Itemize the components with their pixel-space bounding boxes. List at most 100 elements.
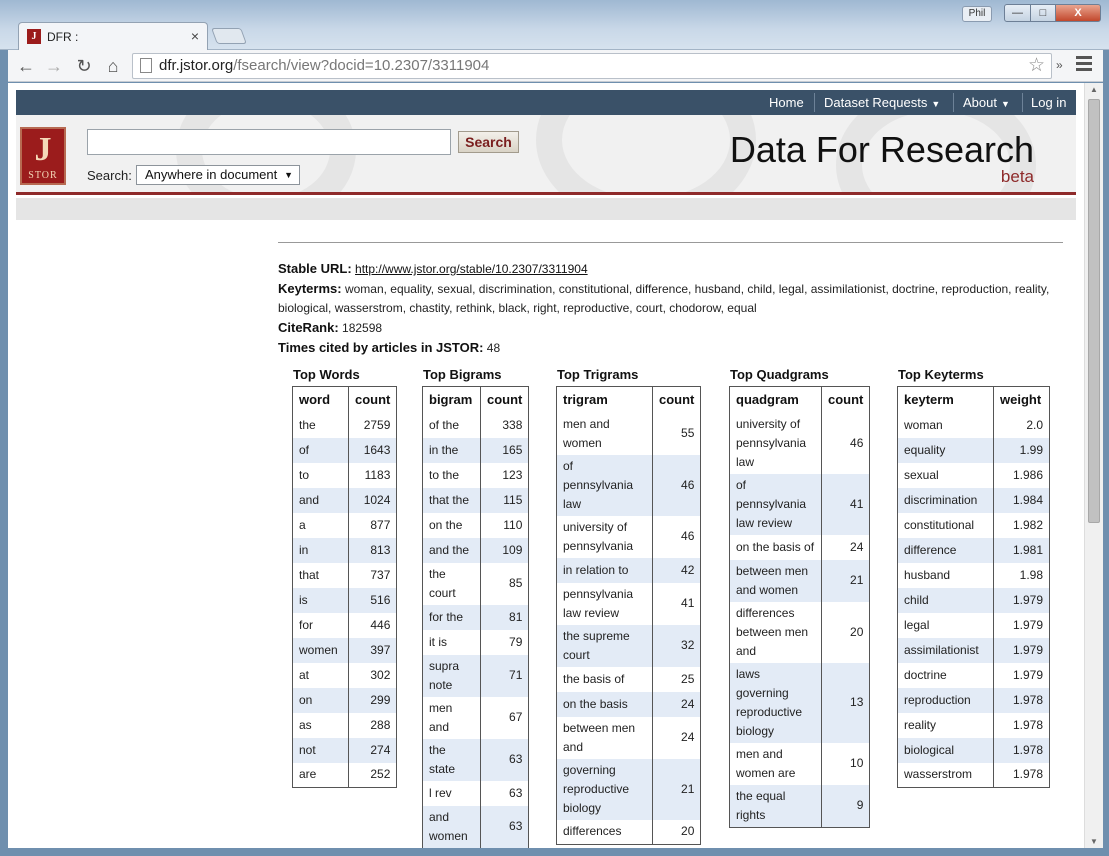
value-cell: 115 — [479, 487, 529, 513]
bookmark-star-icon[interactable]: ☆ — [1028, 54, 1045, 78]
value-cell: 46 — [651, 515, 701, 558]
table-title: Top Quadgrams — [730, 367, 829, 382]
term-cell: is — [292, 587, 349, 613]
term-cell: at — [299, 667, 310, 682]
citerank-value: 182598 — [342, 321, 383, 335]
value-cell: 737 — [347, 562, 397, 588]
column-header: keyterm — [904, 392, 954, 408]
value-cell: 813 — [347, 537, 397, 563]
value-cell: 1.99 — [993, 437, 1050, 463]
value-cell: 41 — [820, 473, 870, 535]
extensions-overflow-icon[interactable]: » — [1056, 58, 1063, 72]
term-cell: and — [292, 487, 349, 513]
table-row: to 1183 — [293, 462, 397, 488]
value-cell: 1.981 — [993, 537, 1050, 563]
term-cell: discrimination — [897, 487, 994, 513]
close-window-button[interactable]: X — [1055, 4, 1101, 22]
table-row: women 397 — [292, 637, 397, 663]
term-cell: and the — [422, 537, 481, 563]
term-cell: wasserstrom — [904, 767, 973, 782]
value-cell: 1.979 — [993, 587, 1050, 613]
term-cell: men and — [429, 700, 453, 734]
profile-badge[interactable]: Phil — [962, 6, 992, 22]
browser-toolbar: ← → ↻ ⌂ dfr.jstor.org/fsearch/view?docid… — [8, 50, 1103, 82]
chevron-down-icon: ▼ — [1000, 99, 1010, 109]
search-input[interactable] — [87, 129, 451, 155]
table-row: at 302 — [293, 662, 397, 688]
term-cell: legal — [904, 617, 930, 632]
value-cell: 24 — [651, 691, 701, 717]
table-row: it is 79 — [423, 629, 529, 655]
value-cell: 41 — [651, 582, 701, 625]
keyterms-value: woman, equality, sexual, discrimination,… — [278, 282, 1050, 315]
value-cell: 25 — [651, 666, 701, 692]
table-row: sexual 1.986 — [898, 462, 1050, 488]
term-cell: on the basis of — [736, 539, 815, 554]
table-row: the equal rights 9 — [729, 784, 870, 827]
ngram-table: trigram count men and women 55 of pennsylvan… — [556, 386, 702, 845]
value-cell: 79 — [479, 629, 529, 655]
top-keyterms-panel: Top Keyterms keyterm weight woman 2.0 equalit… — [897, 367, 1050, 788]
reload-icon[interactable]: ↻ — [72, 54, 96, 78]
table-row: between men and women 21 — [729, 559, 870, 602]
scrollbar-thumb[interactable] — [1088, 99, 1100, 523]
table-row: is 516 — [292, 587, 397, 613]
stable-url-link[interactable]: http://www.jstor.org/stable/10.2307/3311… — [355, 262, 588, 276]
nav-dataset-requests[interactable]: Dataset Requests ▼ — [824, 95, 940, 110]
address-bar[interactable]: dfr.jstor.org/fsearch/view?docid=10.2307… — [132, 53, 1052, 79]
citerank-label: CiteRank: — [278, 320, 339, 335]
top-bigrams-panel: Top Bigrams bigram count of the 338 in the 165… — [422, 367, 530, 848]
term-cell: as — [299, 717, 312, 732]
forward-arrow-icon[interactable]: → — [42, 54, 66, 78]
browser-menu-icon[interactable] — [1076, 56, 1092, 74]
table-row: a 877 — [293, 512, 397, 538]
table-row: supra note 71 — [422, 654, 529, 697]
term-cell: women — [292, 637, 349, 663]
top-trigrams-panel: Top Trigrams trigram count men and women 55 o… — [556, 367, 702, 845]
value-cell: 1024 — [347, 487, 397, 513]
value-cell: 63 — [479, 780, 529, 806]
term-cell: the equal rights — [729, 784, 822, 827]
nav-about[interactable]: About ▼ — [963, 95, 1010, 110]
nav-home[interactable]: Home — [769, 95, 804, 110]
jstor-favicon-icon: J — [27, 29, 41, 44]
table-row: difference 1.981 — [897, 537, 1050, 563]
tab-close-icon[interactable]: × — [191, 28, 199, 44]
value-cell: 24 — [820, 534, 870, 560]
nav-dataset-requests-label: Dataset Requests — [824, 95, 928, 110]
term-cell: husband — [904, 567, 951, 582]
table-row: the 2759 — [293, 412, 397, 438]
table-row: the state 63 — [422, 738, 529, 781]
value-cell: 1.984 — [993, 487, 1050, 513]
table-header-row: quadgram count — [730, 386, 870, 413]
page-viewport: Home Dataset Requests ▼ About ▼ Log in J S… — [8, 83, 1103, 848]
term-cell: of pennsylvania law review — [729, 473, 822, 535]
new-tab-button[interactable] — [211, 28, 247, 44]
term-cell: for the — [422, 604, 481, 630]
maximize-button[interactable]: □ — [1030, 4, 1056, 22]
search-button[interactable]: Search — [458, 131, 519, 153]
home-icon[interactable]: ⌂ — [101, 54, 125, 78]
header-subbar — [16, 198, 1076, 220]
term-cell: on the basis — [556, 691, 653, 717]
value-cell: 21 — [651, 758, 701, 820]
term-cell: in — [292, 537, 349, 563]
table-title: Top Trigrams — [557, 367, 639, 382]
nav-login[interactable]: Log in — [1031, 95, 1066, 110]
back-arrow-icon[interactable]: ← — [14, 54, 38, 78]
browser-tab[interactable]: J DFR : × — [18, 22, 208, 50]
minimize-button[interactable]: — — [1004, 4, 1031, 22]
stable-url-row: Stable URL: http://www.jstor.org/stable/… — [278, 259, 1063, 279]
term-cell: differences — [563, 824, 622, 839]
table-header-row: trigram count — [557, 386, 701, 413]
vertical-scrollbar[interactable]: ▲ ▼ — [1084, 83, 1103, 848]
jstor-logo[interactable]: J STOR — [20, 127, 66, 185]
nav-about-label: About — [963, 95, 997, 110]
search-scope-select[interactable]: Anywhere in document ▼ — [136, 165, 300, 185]
value-cell: 63 — [479, 738, 529, 781]
scroll-down-arrow-icon[interactable]: ▼ — [1090, 837, 1098, 846]
scroll-up-arrow-icon[interactable]: ▲ — [1090, 85, 1098, 94]
table-row: the supreme court 32 — [556, 624, 701, 667]
ngram-table: word count the 2759 of 1643 to 1183 and 1024 a 877 i… — [292, 386, 398, 788]
value-cell: 46 — [820, 412, 870, 474]
